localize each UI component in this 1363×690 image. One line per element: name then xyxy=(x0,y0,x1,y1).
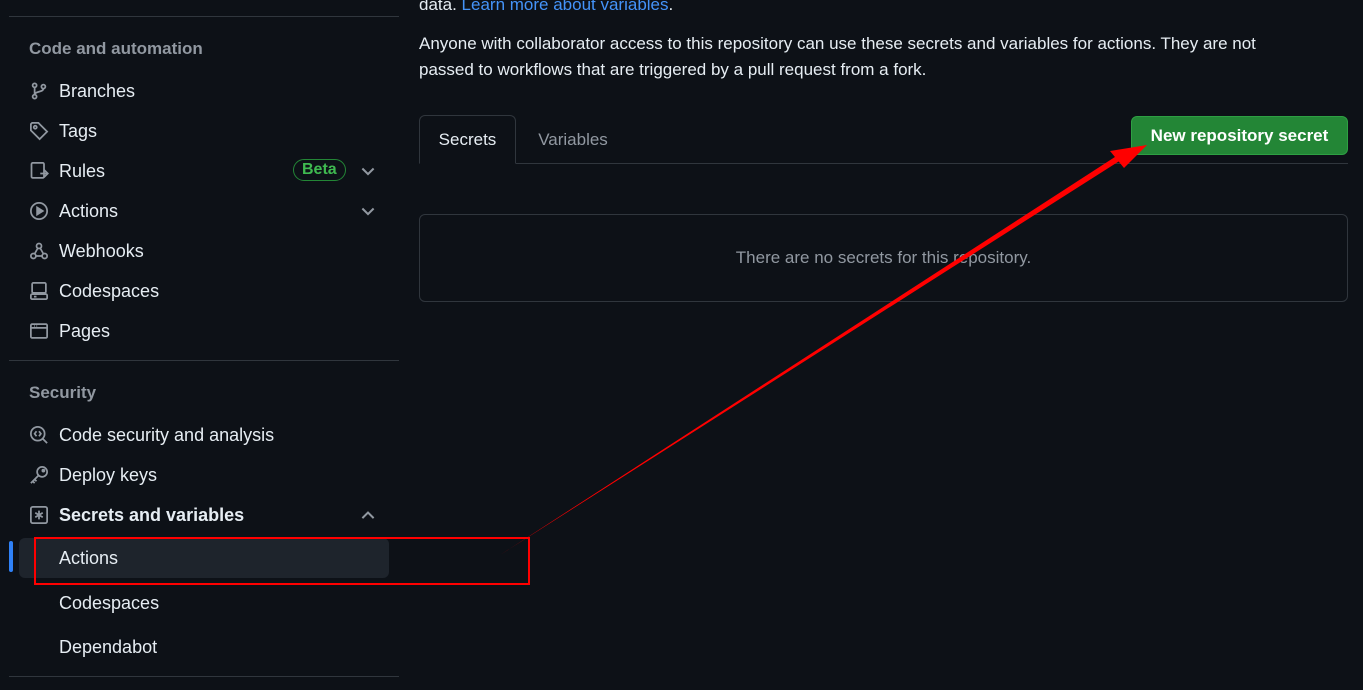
sidebar-item-branches[interactable]: Branches xyxy=(19,72,389,110)
sidebar-item-rules[interactable]: Rules Beta xyxy=(19,152,389,190)
sidebar-item-deploy-keys[interactable]: Deploy keys xyxy=(19,456,389,494)
learn-more-variables-link[interactable]: Learn more about variables xyxy=(462,0,669,14)
sidebar-subitem-label: Codespaces xyxy=(59,592,160,613)
browser-icon xyxy=(28,320,50,342)
sidebar-subitem-label: Actions xyxy=(59,547,119,568)
sidebar-item-code-security[interactable]: Code security and analysis xyxy=(19,416,389,454)
codespaces-icon xyxy=(28,280,50,302)
sidebar-item-label: Rules xyxy=(59,160,106,181)
sidebar-item-actions[interactable]: Actions xyxy=(19,192,389,230)
tab-secrets[interactable]: Secrets xyxy=(419,115,516,164)
asterisk-icon xyxy=(28,504,50,526)
branch-icon xyxy=(28,80,50,102)
sidebar-item-tags[interactable]: Tags xyxy=(19,112,389,150)
sidebar-item-label: Deploy keys xyxy=(59,464,158,485)
sidebar-divider xyxy=(9,16,399,17)
sidebar-subitem-codespaces[interactable]: Codespaces xyxy=(19,583,389,623)
tag-icon xyxy=(28,120,50,142)
sidebar-subitem-dependabot[interactable]: Dependabot xyxy=(19,627,389,667)
webhook-icon xyxy=(28,240,50,262)
chevron-down-icon[interactable] xyxy=(358,161,378,181)
sidebar-item-label: Branches xyxy=(59,80,136,101)
sidebar-item-label: Secrets and variables xyxy=(59,504,245,525)
description-line: passed to workflows that are triggered b… xyxy=(419,60,927,79)
intro-suffix: . xyxy=(668,0,674,14)
sidebar-item-label: Pages xyxy=(59,320,111,341)
sidebar-item-codespaces[interactable]: Codespaces xyxy=(19,272,389,310)
new-repository-secret-button[interactable]: New repository secret xyxy=(1131,116,1348,155)
sidebar-item-label: Tags xyxy=(59,120,98,141)
intro-text: data. Learn more about variables. xyxy=(419,0,673,18)
rules-icon xyxy=(28,160,50,182)
sidebar-divider xyxy=(9,676,399,677)
chevron-down-icon[interactable] xyxy=(358,201,378,221)
empty-secrets-box: There are no secrets for this repository… xyxy=(419,214,1348,302)
sidebar-item-pages[interactable]: Pages xyxy=(19,312,389,350)
tab-variables[interactable]: Variables xyxy=(520,115,626,164)
intro-prefix: data. xyxy=(419,0,457,14)
sidebar-item-label: Webhooks xyxy=(59,240,144,261)
key-icon xyxy=(28,464,50,486)
codescan-icon xyxy=(28,424,50,446)
empty-message: There are no secrets for this repository… xyxy=(735,248,1032,267)
description-text: Anyone with collaborator access to this … xyxy=(419,31,1256,83)
sidebar-item-label: Codespaces xyxy=(59,280,160,301)
settings-sidebar: Code and automation Branches Tags Rules … xyxy=(0,0,410,690)
sidebar-item-label: Code security and analysis xyxy=(59,424,275,445)
description-line: Anyone with collaborator access to this … xyxy=(419,34,1256,53)
sidebar-subitem-label: Dependabot xyxy=(59,636,158,657)
sidebar-item-secrets-and-variables[interactable]: Secrets and variables xyxy=(19,496,389,534)
sidebar-divider xyxy=(9,360,399,361)
chevron-up-icon[interactable] xyxy=(358,505,378,525)
active-indicator xyxy=(9,541,13,572)
security-heading: Security xyxy=(29,383,97,402)
sidebar-item-label: Actions xyxy=(59,200,119,221)
play-icon xyxy=(28,200,50,222)
sidebar-subitem-actions[interactable]: Actions xyxy=(19,538,389,578)
sidebar-item-webhooks[interactable]: Webhooks xyxy=(19,232,389,270)
beta-badge: Beta xyxy=(293,159,346,181)
code-and-automation-heading: Code and automation xyxy=(29,39,203,58)
